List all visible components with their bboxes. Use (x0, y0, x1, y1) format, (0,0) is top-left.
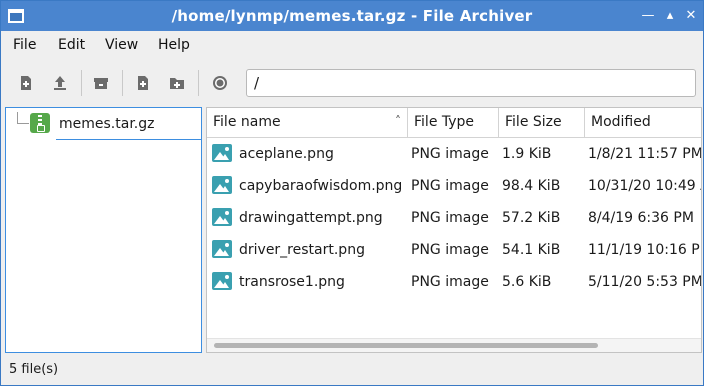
tree-item-archive[interactable]: memes.tar.gz (56, 112, 202, 140)
file-name: transrose1.png (239, 274, 345, 290)
location-path-field[interactable]: / (246, 69, 696, 97)
image-file-icon (212, 272, 232, 290)
file-name: aceplane.png (239, 146, 334, 162)
add-folder-icon (170, 78, 184, 89)
tree-connector (17, 123, 29, 124)
file-type: PNG image (411, 242, 489, 258)
file-type: PNG image (411, 210, 489, 226)
image-file-icon (212, 208, 232, 226)
title-bar[interactable]: /home/lynmp/memes.tar.gz - File Archiver… (1, 1, 703, 31)
file-size: 1.9 KiB (502, 146, 552, 162)
go-up-icon (54, 76, 66, 90)
add-file-icon (138, 76, 148, 90)
file-size: 54.1 KiB (502, 242, 561, 258)
table-row[interactable]: drawingattempt.png PNG image 57.2 KiB 8/… (207, 203, 701, 235)
file-modified: 1/8/21 11:57 PM (588, 146, 702, 162)
toolbar-separator (81, 70, 82, 96)
table-row[interactable]: driver_restart.png PNG image 54.1 KiB 11… (207, 235, 702, 267)
file-name: drawingattempt.png (239, 210, 383, 226)
menu-file[interactable]: File (13, 37, 36, 53)
horizontal-scrollbar[interactable] (207, 338, 701, 352)
sort-ascending-icon: ˄ (395, 114, 401, 128)
file-name: driver_restart.png (239, 242, 365, 258)
toolbar-separator (198, 70, 199, 96)
menu-bar: File Edit View Help (1, 32, 703, 60)
image-file-icon (212, 176, 232, 194)
tree-connector (17, 112, 18, 123)
menu-view[interactable]: View (105, 37, 138, 53)
archive-tree-pane[interactable]: memes.tar.gz (5, 107, 202, 353)
file-name: capybaraofwisdom.png (239, 178, 403, 194)
stop-button[interactable] (207, 70, 233, 96)
file-modified: 8/4/19 6:36 PM (588, 210, 694, 226)
menu-edit[interactable]: Edit (58, 37, 85, 53)
add-folder-button[interactable] (164, 70, 190, 96)
file-archiver-window: /home/lynmp/memes.tar.gz - File Archiver… (0, 0, 704, 386)
status-bar: 5 file(s) (1, 357, 703, 385)
extract-button[interactable] (88, 70, 114, 96)
toolbar-separator (122, 70, 123, 96)
file-type: PNG image (411, 274, 489, 290)
file-modified: 11/1/19 10:16 PM (588, 242, 702, 258)
table-row[interactable]: capybaraofwisdom.png PNG image 98.4 KiB … (207, 171, 701, 203)
toolbar: / (1, 61, 703, 105)
file-modified: 5/11/20 5:53 PM (588, 274, 702, 290)
file-size: 57.2 KiB (502, 210, 561, 226)
file-type: PNG image (411, 146, 489, 162)
go-up-button[interactable] (47, 70, 73, 96)
column-header-file-name[interactable]: File name ˄ (207, 108, 408, 138)
new-archive-button[interactable] (13, 70, 39, 96)
close-button[interactable]: ✕ (682, 7, 700, 25)
image-file-icon (212, 240, 232, 258)
table-row[interactable]: transrose1.png PNG image 5.6 KiB 5/11/20… (207, 267, 702, 299)
column-header-file-type[interactable]: File Type (408, 108, 499, 138)
scrollbar-thumb[interactable] (214, 343, 598, 348)
file-type: PNG image (411, 178, 489, 194)
table-row[interactable]: aceplane.png PNG image 1.9 KiB 1/8/21 11… (207, 139, 702, 171)
column-header-modified[interactable]: Modified (585, 108, 701, 138)
image-file-icon (212, 144, 232, 162)
file-list-header: File name ˄ File Type File Size Modified (207, 108, 701, 138)
column-header-file-size[interactable]: File Size (499, 108, 585, 138)
column-header-label: File name (213, 114, 281, 130)
extract-icon (94, 78, 108, 89)
add-file-button[interactable] (130, 70, 156, 96)
window-title: /home/lynmp/memes.tar.gz - File Archiver (171, 7, 533, 25)
file-modified: 10/31/20 10:49 AM (588, 178, 701, 194)
minimize-button[interactable]: — (639, 7, 657, 25)
archive-icon (30, 113, 50, 133)
new-archive-icon (21, 76, 31, 90)
file-size: 5.6 KiB (502, 274, 552, 290)
menu-help[interactable]: Help (158, 37, 190, 53)
file-size: 98.4 KiB (502, 178, 561, 194)
stop-icon (213, 76, 227, 90)
maximize-button[interactable]: ▴ (661, 7, 679, 25)
file-list[interactable]: File name ˄ File Type File Size Modified… (206, 107, 702, 353)
